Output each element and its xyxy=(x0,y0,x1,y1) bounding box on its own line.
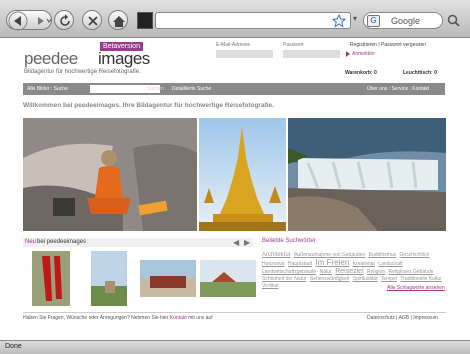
all-keywords-link[interactable]: Alle Schlagworte ansehen xyxy=(387,285,445,291)
footer-contact-text-a: Haben Sie Fragen, Wünsche oder Anregunge… xyxy=(23,315,169,321)
search-icon[interactable] xyxy=(447,14,461,28)
arrow-right-icon[interactable]: ▶ xyxy=(244,238,250,247)
keyword-tag[interactable]: Spiritualität xyxy=(353,276,378,283)
thumb-houses[interactable] xyxy=(200,260,256,297)
footer-contact-text-b: mit uns auf xyxy=(188,315,213,321)
hero-photo-waterfall[interactable] xyxy=(288,118,446,231)
keyword-tag[interactable]: Religion xyxy=(367,269,385,276)
keyword-tag[interactable]: Traditionelle Kultur xyxy=(400,276,442,283)
search-button[interactable]: Suchen xyxy=(147,86,164,92)
keyword-tag[interactable]: Landschaft xyxy=(378,261,402,268)
footer-legal-links[interactable]: Datenschutz | AGB | Impressum xyxy=(367,315,438,321)
keyword-tag[interactable]: Vertikal xyxy=(262,283,278,290)
search-placeholder: Google xyxy=(391,16,421,26)
hero-photo-sadhu[interactable] xyxy=(23,118,197,231)
login-arrow-icon xyxy=(346,51,350,57)
web-page: Betaversion peedee images Bildagentur fü… xyxy=(0,38,470,340)
keyword-tag[interactable]: Horizontal xyxy=(262,261,285,268)
stop-icon xyxy=(88,16,98,26)
keyword-tag[interactable]: Geschichtlich xyxy=(400,252,430,259)
keyword-tag[interactable]: Hauptstadt xyxy=(288,261,312,268)
search-input[interactable]: G Google xyxy=(363,12,443,29)
keyword-tag[interactable]: Religiöses Gebäude xyxy=(389,269,434,276)
reload-icon xyxy=(60,14,70,26)
about-service-contact-links[interactable]: Über uns : Service : Kontakt xyxy=(367,86,429,92)
footer-divider xyxy=(23,312,446,313)
google-icon: G xyxy=(367,15,380,27)
home-icon xyxy=(113,16,125,27)
keyword-tag[interactable]: Kreativität xyxy=(353,261,375,268)
keyword-tag[interactable]: Reiseziel xyxy=(335,268,363,275)
browser-status-bar: Done xyxy=(0,340,470,354)
browser-toolbar: ▾ G Google xyxy=(0,0,470,38)
back-icon[interactable] xyxy=(7,11,53,31)
password-field[interactable] xyxy=(283,50,340,58)
site-favicon xyxy=(137,12,153,29)
keyword-tag[interactable]: Tempel xyxy=(381,276,397,283)
keyword-tag[interactable]: Landwirtschaftsgebäude xyxy=(262,269,316,276)
hero-photo-pagoda[interactable] xyxy=(199,118,286,231)
search-nav-bar: Alle Bilder : Suche Suchen Detaillierte … xyxy=(23,83,445,95)
thumb-tower[interactable] xyxy=(91,251,127,306)
new-images-header: Neu bei peedeeimages xyxy=(23,238,253,247)
advanced-search-link[interactable]: Detaillierte Suche xyxy=(172,86,211,92)
reload-button[interactable] xyxy=(54,10,74,30)
welcome-heading: Willkommen bei peedeeimages. Ihre Bildag… xyxy=(23,102,274,109)
register-link[interactable]: Registrieren | Passwort vergessen xyxy=(350,42,426,48)
keyword-tag[interactable]: Natur xyxy=(320,269,332,276)
email-field[interactable] xyxy=(216,50,273,58)
keyword-tag[interactable]: Buddhismus xyxy=(369,252,397,259)
home-button[interactable] xyxy=(108,10,128,30)
keyword-tag[interactable]: Im Freien xyxy=(315,259,349,267)
password-label: Passwort xyxy=(283,42,304,48)
stop-button[interactable] xyxy=(82,10,102,30)
popular-keywords-title: Beliebte Suchwörter xyxy=(262,238,316,244)
arrow-left-icon[interactable]: ◀ xyxy=(233,238,239,247)
footer-contact-link[interactable]: Kontakt xyxy=(170,315,187,321)
email-label: E-Mail-Adresse xyxy=(216,42,251,48)
bookmark-star-icon[interactable] xyxy=(332,14,346,28)
cart-link[interactable]: Warenkorb: 0 xyxy=(345,70,377,76)
back-forward-group xyxy=(6,10,53,31)
new-section-title: bei peedeeimages xyxy=(37,239,87,245)
keyword-tag[interactable]: Schönheit der Natur xyxy=(262,276,306,283)
status-text: Done xyxy=(5,343,22,350)
tagline: Bildagentur für hochwertige Reisefotogra… xyxy=(24,69,141,75)
lightbox-link[interactable]: Leuchttisch: 0 xyxy=(403,70,437,76)
thumb-temple[interactable] xyxy=(140,260,196,297)
logo-text-peedee: peedee xyxy=(24,49,78,68)
thumb-chilis[interactable] xyxy=(32,251,70,306)
keyword-tag[interactable]: Sehenswürdigkeit xyxy=(310,276,349,283)
login-link[interactable]: Anmelden xyxy=(352,51,375,57)
search-scope[interactable]: Alle Bilder : Suche xyxy=(27,86,68,92)
site-logo[interactable]: Betaversion peedee images xyxy=(24,42,204,72)
url-input[interactable] xyxy=(155,12,351,29)
keyword-tag[interactable]: Architektur xyxy=(262,252,291,259)
footer-contact-text: Haben Sie Fragen, Wünsche oder Anregunge… xyxy=(23,315,213,321)
new-label: Neu xyxy=(25,239,37,245)
logo-text-images: images xyxy=(98,49,150,68)
url-dropdown-icon[interactable]: ▾ xyxy=(353,14,361,26)
